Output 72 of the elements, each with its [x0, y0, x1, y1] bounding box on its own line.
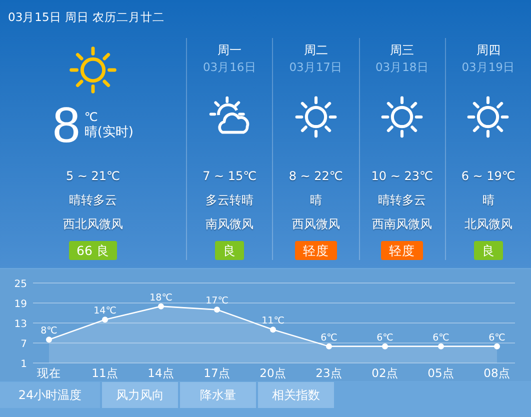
date-heading: 03月15日 周日 农历二月廿二 [7, 9, 166, 26]
temperature-range: 5 ~ 21℃ [66, 168, 120, 185]
axis-label: 05点 [428, 366, 454, 379]
value-label: 17℃ [206, 296, 228, 307]
date-text: 03月19日 [462, 60, 516, 76]
data-point [214, 306, 220, 313]
data-point [494, 343, 500, 350]
axis-label: 7 [20, 339, 27, 350]
air-quality-badge: 良 [215, 240, 244, 260]
current-temperature: 8 [52, 98, 80, 152]
weather-text: 晴 [310, 192, 322, 208]
axis-label: 1 [20, 359, 27, 370]
axis-label: 17点 [204, 366, 230, 379]
air-quality-badge: 良 [474, 240, 503, 260]
value-label: 18℃ [150, 292, 172, 304]
weather-text: 晴转多云 [378, 192, 426, 208]
tab[interactable]: 24小时温度 [0, 382, 100, 408]
value-label: 6℃ [432, 332, 450, 344]
weather-text: 晴 [482, 192, 494, 208]
sun-icon [379, 94, 426, 140]
wind-text: 西南风微风 [372, 216, 432, 232]
value-label: 11℃ [262, 316, 284, 327]
temperature-unit: ℃ [84, 109, 99, 125]
axis-label: 13 [14, 319, 27, 330]
date-text: 03月18日 [375, 60, 429, 76]
temperature-range: 7 ~ 15℃ [202, 168, 257, 185]
data-point [270, 326, 276, 333]
tab[interactable]: 相关指数 [258, 382, 334, 408]
temperature-range: 10 ~ 23℃ [371, 168, 433, 185]
temperature-range: 8 ~ 22℃ [288, 168, 343, 185]
air-quality-badge: 轻度 [381, 240, 424, 260]
date-text: 03月16日 [202, 60, 256, 76]
date-text: 03月17日 [289, 60, 343, 76]
value-label: 6℃ [376, 332, 394, 344]
tab[interactable]: 风力风向 [102, 382, 178, 408]
axis-label: 19 [14, 299, 27, 310]
axis-label: 14点 [148, 366, 174, 379]
temperature-range: 6 ~ 19℃ [461, 168, 516, 185]
weather-text: 晴转多云 [69, 192, 117, 208]
data-point [438, 343, 444, 350]
data-point [382, 343, 388, 350]
weekday: 周四 [476, 42, 500, 59]
value-label: 6℃ [488, 332, 506, 344]
wind-text: 西风微风 [292, 216, 340, 232]
data-point [102, 316, 108, 323]
data-point [158, 303, 164, 310]
current-weather: 晴(实时) [84, 125, 134, 141]
axis-label: 25 [14, 279, 27, 290]
air-quality-badge: 66 良 [68, 240, 118, 260]
weekday: 周一 [218, 42, 242, 59]
sun-icon [292, 94, 339, 140]
sun-icon [67, 44, 119, 96]
tab[interactable]: 降水量 [180, 382, 256, 408]
axis-label: 02点 [372, 366, 398, 379]
axis-label: 08点 [484, 366, 510, 379]
value-label: 14℃ [94, 306, 116, 317]
weekday: 周二 [304, 42, 328, 59]
wind-text: 西北风微风 [63, 216, 123, 232]
axis-label: 现在 [37, 366, 61, 379]
air-quality-badge: 轻度 [294, 240, 337, 260]
data-point [326, 343, 332, 350]
weekday: 周三 [390, 42, 414, 59]
weather-text: 多云转晴 [206, 192, 254, 208]
axis-label: 23点 [316, 366, 342, 379]
wind-text: 南风微风 [206, 216, 254, 232]
value-label: 8℃ [40, 326, 58, 337]
value-label: 6℃ [320, 332, 338, 344]
sun-icon [465, 94, 512, 140]
data-point [46, 336, 52, 343]
axis-label: 20点 [260, 366, 286, 379]
wind-text: 北风微风 [464, 216, 512, 232]
axis-label: 11点 [92, 366, 118, 379]
